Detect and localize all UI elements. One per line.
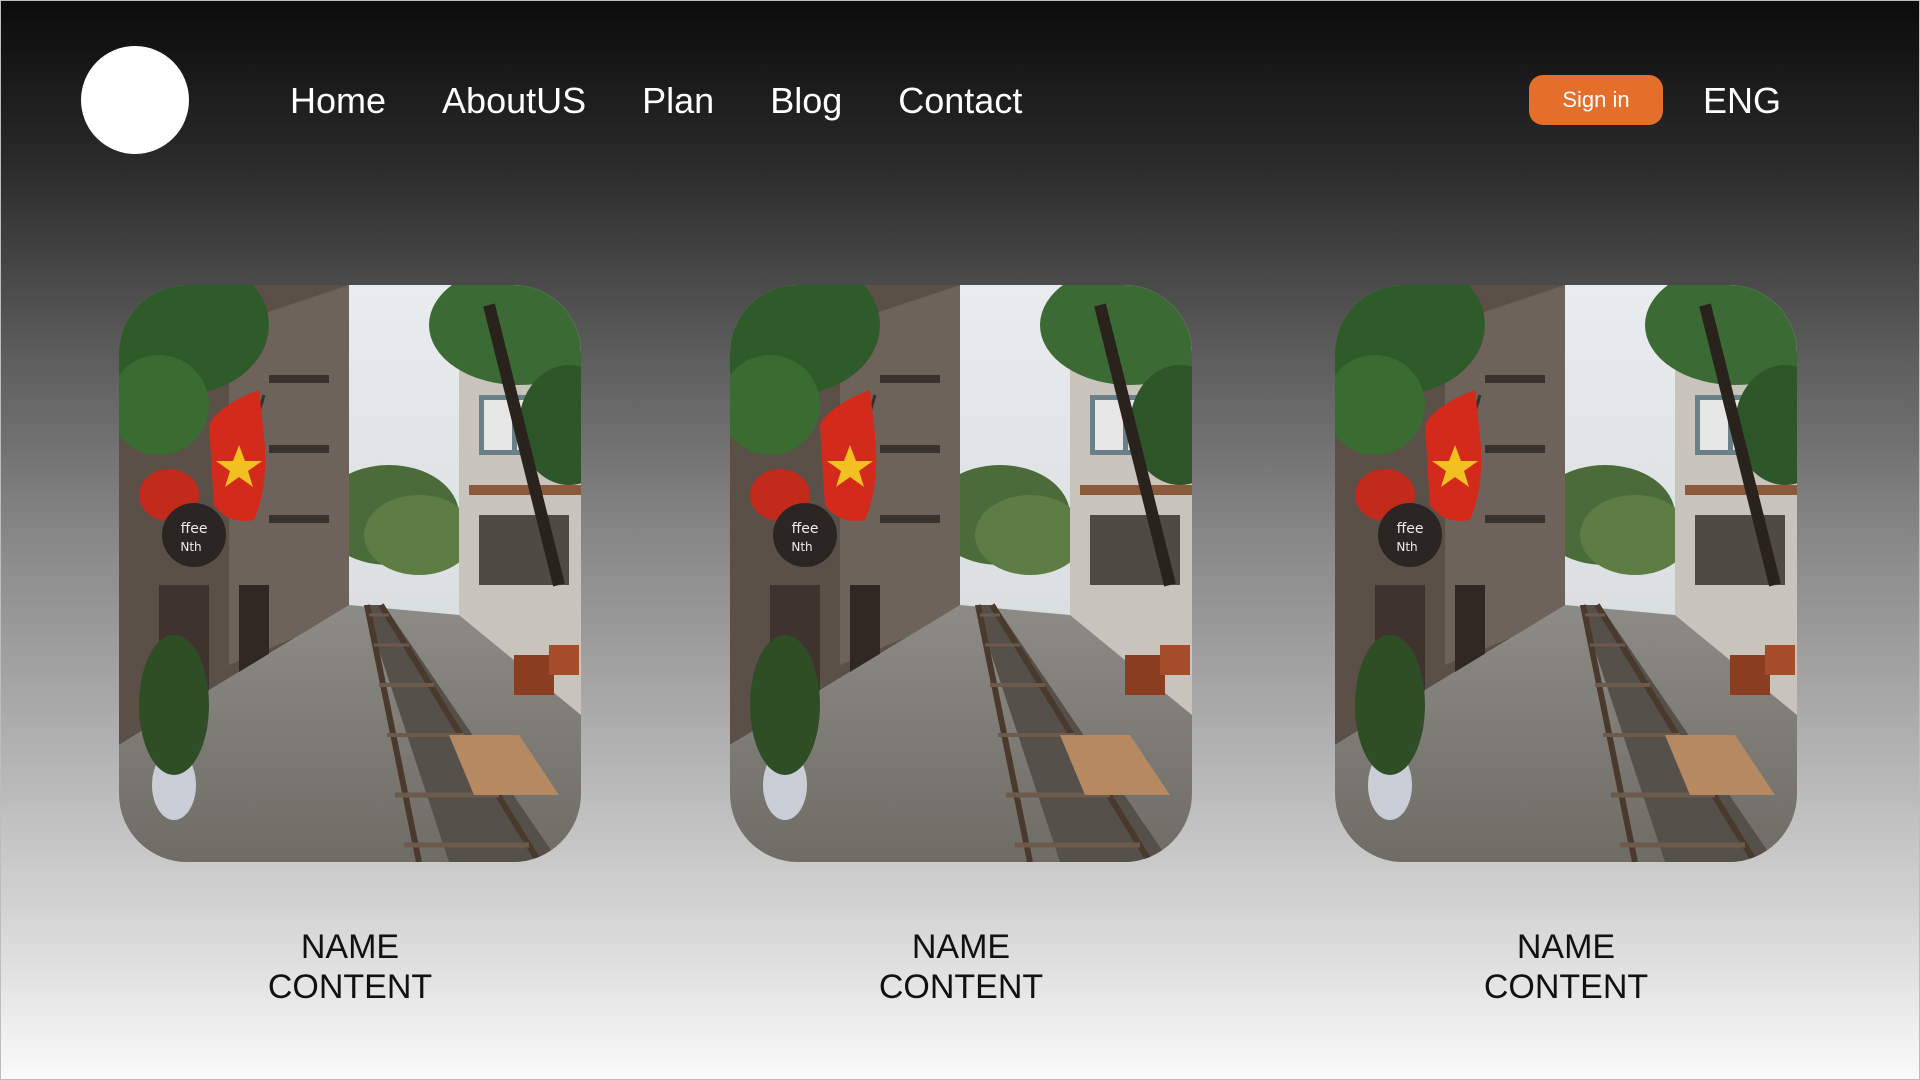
nav-item-blog[interactable]: Blog [770,73,842,129]
card-text: NAME CONTENT [268,927,432,1007]
card[interactable]: NAME CONTENT [119,285,581,1007]
card-name: NAME [911,928,1011,966]
card-content: CONTENT [1483,968,1649,1006]
nav-item-contact[interactable]: Contact [898,73,1022,129]
nav-item-aboutus[interactable]: AboutUS [442,73,586,129]
logo[interactable] [81,46,189,154]
nav-item-home[interactable]: Home [290,73,386,129]
card-content: CONTENT [878,968,1044,1006]
card-image [730,285,1192,862]
card-name: NAME [300,928,400,966]
card[interactable]: NAME CONTENT [1335,285,1797,1007]
card-image [119,285,581,862]
sign-in-button[interactable]: Sign in [1529,75,1663,125]
card-name: NAME [1516,928,1616,966]
card-text: NAME CONTENT [1484,927,1648,1007]
card-content: CONTENT [267,968,433,1006]
card-image [1335,285,1797,862]
card[interactable]: NAME CONTENT [730,285,1192,1007]
card-text: NAME CONTENT [879,927,1043,1007]
nav-item-plan[interactable]: Plan [642,73,714,129]
main-nav: Home AboutUS Plan Blog Contact [290,73,1022,129]
language-selector[interactable]: ENG [1703,73,1781,129]
